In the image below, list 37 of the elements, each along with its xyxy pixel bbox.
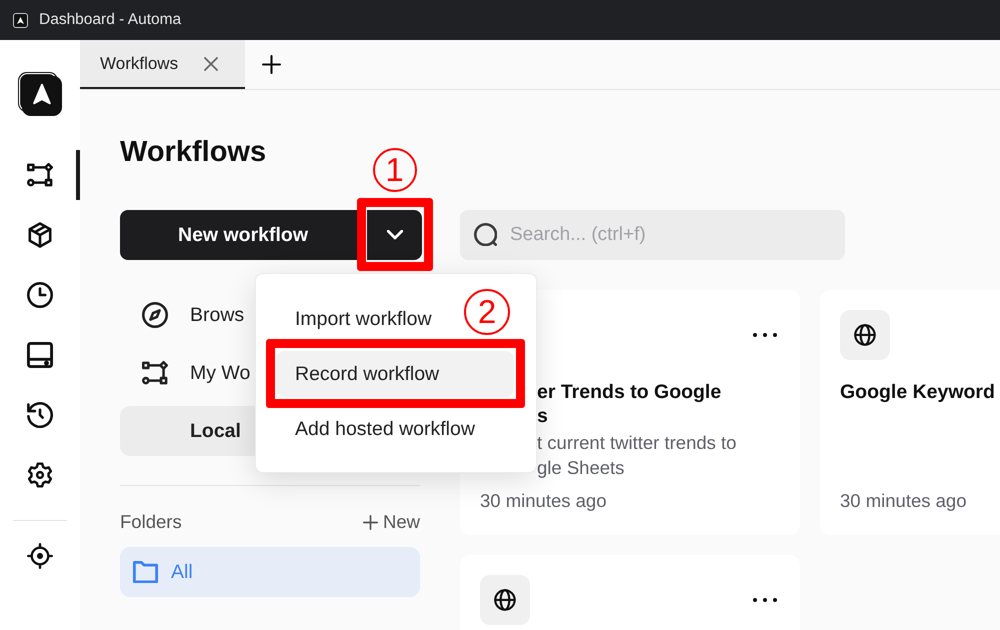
workflow-card[interactable]: Google Keyword 30 minutes ago bbox=[820, 290, 1000, 535]
folder-icon bbox=[133, 560, 158, 584]
new-folder-button[interactable]: New bbox=[362, 511, 420, 533]
more-options-icon[interactable] bbox=[753, 598, 777, 602]
crosshair-icon bbox=[27, 543, 53, 569]
cube-icon bbox=[27, 222, 53, 248]
settings-icon bbox=[27, 462, 53, 488]
chevron-down-icon bbox=[386, 230, 402, 240]
page-title: Workflows bbox=[120, 135, 266, 170]
card-title: Google Keyword bbox=[840, 380, 995, 404]
search-field[interactable]: Search... (ctrl+f) bbox=[460, 210, 845, 260]
history-icon bbox=[27, 402, 53, 428]
card-description: t current twitter trends to gle Sheets bbox=[537, 431, 736, 480]
compass-icon bbox=[142, 302, 168, 328]
drive-icon bbox=[27, 342, 53, 368]
card-title: er Trends to Google s bbox=[537, 380, 722, 428]
clock-icon bbox=[27, 282, 53, 308]
folders-heading: Folders bbox=[120, 511, 182, 533]
menu-item[interactable]: Record workflow bbox=[276, 351, 514, 397]
nodes-icon bbox=[142, 360, 168, 386]
dropdown-toggle[interactable] bbox=[367, 210, 422, 260]
nav-item[interactable]: Brows bbox=[120, 290, 265, 340]
plus-icon[interactable] bbox=[262, 55, 281, 74]
app-icon bbox=[13, 12, 28, 28]
nodes-icon bbox=[27, 162, 53, 188]
close-icon[interactable] bbox=[204, 56, 218, 70]
step-number: 2 bbox=[464, 289, 510, 335]
tab[interactable]: Workflows bbox=[80, 40, 245, 89]
window-title: Dashboard - Automa bbox=[39, 11, 182, 29]
search-icon bbox=[474, 223, 497, 246]
card-timestamp: 30 minutes ago bbox=[480, 489, 607, 513]
plus-icon bbox=[362, 514, 378, 530]
logo-icon bbox=[18, 72, 62, 116]
card-timestamp: 30 minutes ago bbox=[840, 489, 967, 513]
step-number: 1 bbox=[372, 148, 416, 192]
nav-item[interactable]: My Wo bbox=[120, 348, 265, 398]
more-options-icon[interactable] bbox=[753, 333, 777, 337]
